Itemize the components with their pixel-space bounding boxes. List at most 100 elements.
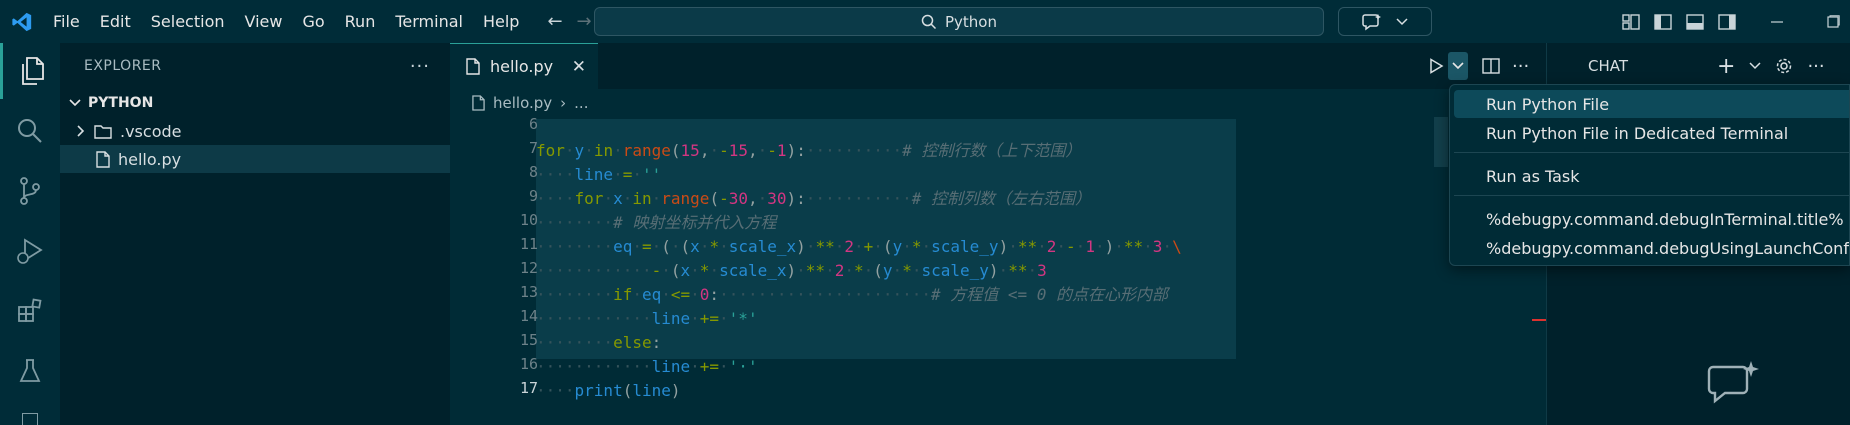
chat-actions: + ··· [1717, 51, 1825, 81]
code-comment: # 映射坐标并代入方程 [613, 213, 777, 232]
line-number: 12 [519, 259, 538, 277]
customize-layout-icon[interactable] [1622, 13, 1640, 30]
line-number: 11 [519, 235, 538, 253]
menu-item-debug-in-terminal[interactable]: %debugpy.command.debugInTerminal.title% [1454, 205, 1849, 233]
play-icon [1430, 58, 1444, 74]
code-comment: # 控制列数（左右范围） [911, 189, 1092, 208]
sidebar-title: EXPLORER [84, 58, 162, 74]
more-actions-icon[interactable]: ··· [1512, 43, 1529, 89]
title-bar: File Edit Selection View Go Run Terminal… [0, 0, 1850, 43]
tree-item-hello-py[interactable]: hello.py [60, 145, 450, 173]
workspace-section-header[interactable]: PYTHON [60, 89, 450, 117]
code-line-16: ············line·+=·'·' [536, 357, 758, 376]
file-icon [96, 150, 110, 168]
extensions-icon[interactable] [0, 283, 60, 339]
back-arrow-icon[interactable]: ← [547, 11, 562, 32]
tab-hello-py[interactable]: hello.py ✕ [450, 43, 598, 89]
activity-bar [0, 43, 60, 425]
line-number: 16 [519, 355, 538, 373]
search-view-icon[interactable] [0, 103, 60, 159]
search-label: Python [945, 12, 997, 31]
code-line-9: ····for·x·in·range(-30,·30):···········#… [536, 189, 1092, 208]
layout-controls [1622, 0, 1736, 43]
code-line-7: for·y·in·range(15,·-15,·-1):··········# … [536, 141, 1082, 160]
copilot-menu-button[interactable] [1338, 7, 1432, 36]
folder-icon [94, 124, 112, 139]
menu-item-run-as-task[interactable]: Run as Task [1454, 162, 1849, 190]
code-line-10: ········# 映射坐标并代入方程 [536, 213, 777, 232]
code-line-8: ····line·=·'' [536, 165, 662, 184]
explorer-icon[interactable] [0, 43, 60, 99]
navigation-arrows: ← → [547, 11, 591, 32]
menu-item-run-python-file[interactable]: Run Python File [1454, 90, 1849, 118]
more-actions-icon[interactable]: ··· [410, 56, 430, 77]
chevron-down-icon [1396, 17, 1408, 25]
menu-bar: File Edit Selection View Go Run Terminal… [43, 0, 529, 43]
run-and-debug-icon[interactable] [0, 223, 60, 279]
line-number: 9 [528, 187, 538, 205]
chevron-down-icon [69, 99, 81, 107]
line-number: 8 [528, 163, 538, 181]
editor-area: hello.py ✕ ··· hello.py › ... 6 7 8 9 10… [450, 43, 1546, 425]
menu-terminal[interactable]: Terminal [385, 0, 473, 43]
menu-edit[interactable]: Edit [90, 0, 141, 43]
code-comment: # 控制行数（上下范围） [902, 141, 1082, 160]
workspace-name: PYTHON [88, 95, 154, 111]
toggle-panel-icon[interactable] [1686, 13, 1704, 30]
menu-item-debug-using-launch-config[interactable]: %debugpy.command.debugUsingLaunchConfig.… [1454, 234, 1849, 262]
code-line-13: ········if·eq·<=·0:·····················… [536, 285, 1169, 304]
editor-scrollbar-thumb[interactable] [1434, 117, 1448, 167]
breadcrumb: hello.py › ... [450, 89, 1546, 117]
menu-file[interactable]: File [43, 0, 90, 43]
search-icon [921, 14, 937, 29]
explorer-sidebar: EXPLORER ··· PYTHON .vscode hello.py [60, 43, 450, 425]
code-line-14: ············line·+=·'*' [536, 309, 758, 328]
tree-item-label: hello.py [118, 149, 182, 169]
menu-selection[interactable]: Selection [141, 0, 235, 43]
menu-item-run-in-dedicated-terminal[interactable]: Run Python File in Dedicated Terminal [1454, 119, 1849, 147]
toggle-primary-sidebar-icon[interactable] [1654, 13, 1672, 30]
menu-help[interactable]: Help [473, 0, 529, 43]
menu-run[interactable]: Run [335, 0, 386, 43]
tab-bar: hello.py ✕ ··· [450, 43, 1546, 89]
chevron-right-icon: › [560, 94, 567, 112]
menu-separator [1454, 195, 1849, 196]
line-number: 15 [519, 331, 538, 349]
menu-view[interactable]: View [235, 0, 293, 43]
source-control-icon[interactable] [0, 163, 60, 219]
line-number: 14 [519, 307, 538, 325]
testing-flask-icon[interactable] [0, 343, 60, 399]
run-python-file-button[interactable] [1428, 43, 1444, 89]
vscode-logo-icon [0, 0, 43, 43]
breadcrumb-more[interactable]: ... [574, 94, 588, 112]
toggle-secondary-sidebar-icon[interactable] [1718, 13, 1736, 30]
line-number: 6 [528, 115, 538, 133]
remote-icon[interactable] [22, 413, 38, 425]
chevron-right-icon [77, 125, 85, 137]
run-options-menu: Run Python File Run Python File in Dedic… [1449, 84, 1850, 266]
close-icon[interactable]: ✕ [572, 57, 586, 77]
forward-arrow-icon[interactable]: → [577, 11, 592, 32]
copilot-chat-icon [1707, 359, 1761, 411]
line-number: 7 [528, 139, 538, 157]
gear-icon[interactable] [1775, 57, 1793, 75]
code-line-11: ········eq·=·(·(x·*·scale_x)·**·2·+·(y·*… [536, 237, 1182, 256]
maximize-icon[interactable] [1826, 0, 1840, 43]
code-line-15: ········else: [536, 333, 662, 352]
run-options-dropdown-button[interactable] [1448, 52, 1468, 80]
chat-title: CHAT [1588, 57, 1629, 75]
command-center-search[interactable]: Python [594, 7, 1324, 36]
code-line-17: ····print(line) [536, 381, 681, 400]
split-editor-icon[interactable] [1482, 43, 1500, 89]
tree-item-vscode-folder[interactable]: .vscode [60, 117, 450, 145]
menu-go[interactable]: Go [292, 0, 334, 43]
menu-separator [1454, 152, 1849, 153]
minimize-icon[interactable] [1770, 0, 1784, 43]
sidebar-header: EXPLORER ··· [60, 43, 450, 89]
breadcrumb-file[interactable]: hello.py [493, 94, 552, 112]
chevron-down-icon[interactable] [1749, 62, 1761, 70]
tree-item-label: .vscode [120, 121, 182, 141]
copilot-chat-icon [1362, 13, 1381, 30]
more-actions-icon[interactable]: ··· [1807, 56, 1824, 77]
new-chat-icon[interactable]: + [1717, 54, 1735, 79]
